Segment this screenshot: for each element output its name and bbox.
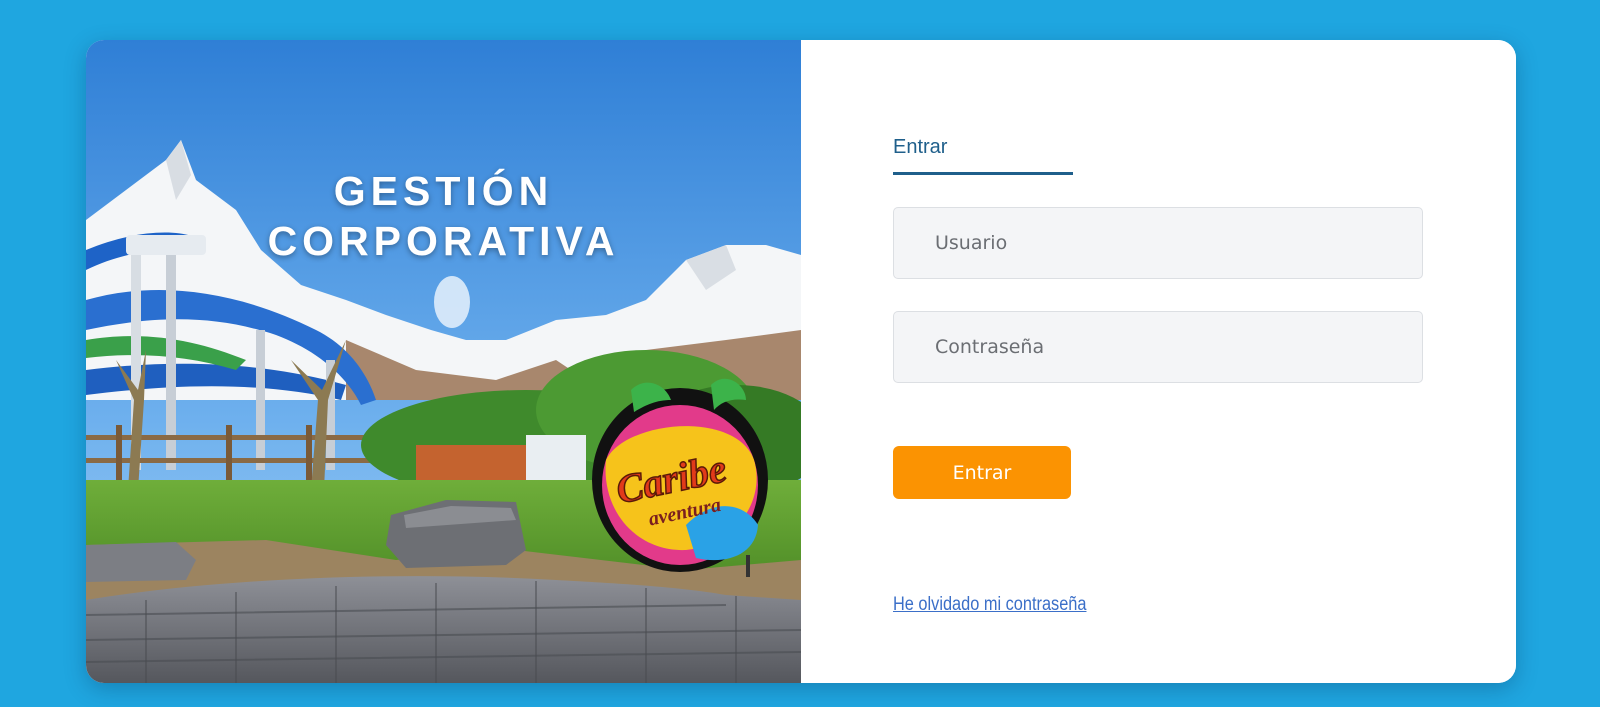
- hero-title-line-2: CORPORATIVA: [267, 218, 620, 264]
- login-card: Caribe aventura GESTIÓN CORPORATIVA Entr…: [86, 40, 1516, 683]
- hero-title: GESTIÓN CORPORATIVA: [86, 166, 801, 266]
- password-input[interactable]: [893, 311, 1423, 383]
- forgot-password-link[interactable]: He olvidado mi contraseña: [893, 594, 1086, 616]
- water-park-photo: Caribe aventura: [86, 40, 801, 683]
- hero-title-line-1: GESTIÓN: [333, 168, 554, 214]
- username-input[interactable]: [893, 207, 1423, 279]
- login-form-panel: Entrar Entrar He olvidado mi contraseña: [801, 40, 1516, 683]
- login-button[interactable]: Entrar: [893, 446, 1071, 499]
- hero-panel: Caribe aventura GESTIÓN CORPORATIVA: [86, 40, 801, 683]
- tab-login[interactable]: Entrar: [893, 134, 1073, 175]
